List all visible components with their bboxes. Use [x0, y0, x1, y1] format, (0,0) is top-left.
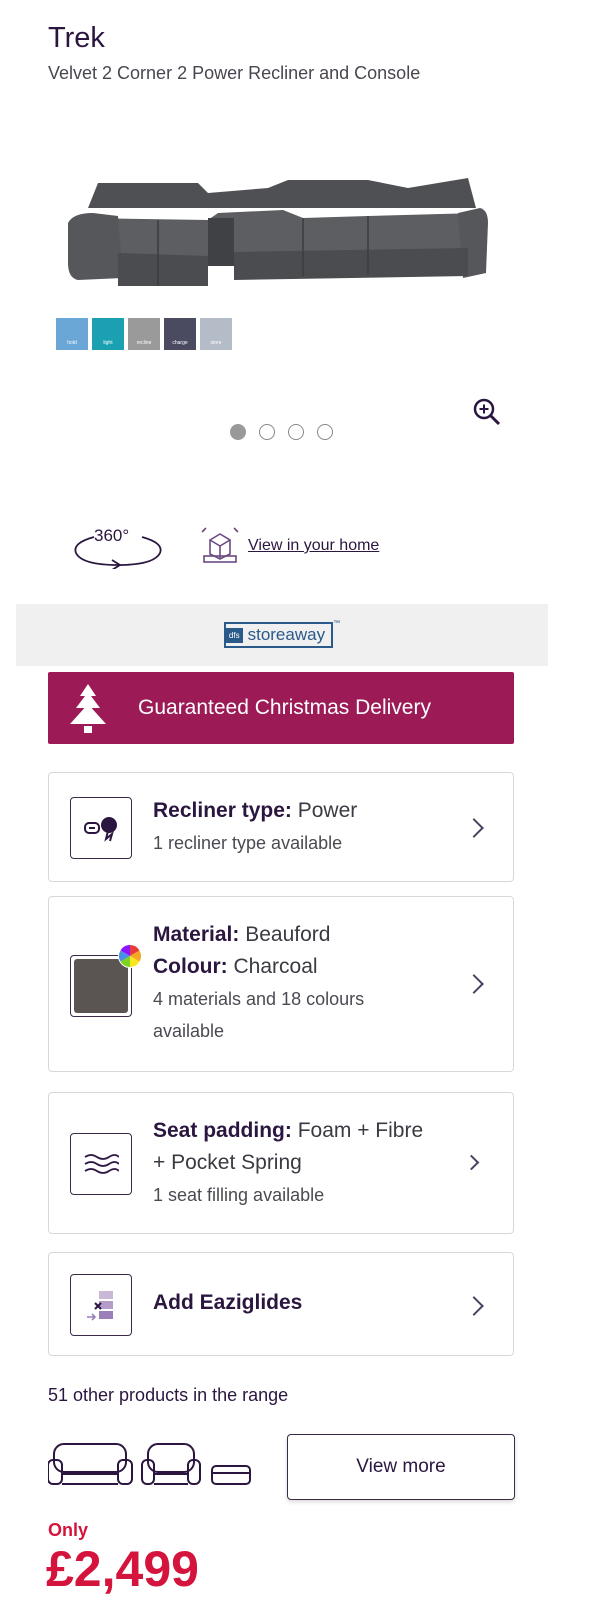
seat-padding-count: 1 seat filling available [153, 1185, 325, 1205]
recliner-type-label: Recliner type: [153, 799, 292, 822]
recliner-type-count: 1 recliner type available [153, 833, 343, 853]
add-eaziglides-label: Add Eaziglides [153, 1291, 303, 1314]
material-count: 4 materials and 18 colours [153, 989, 365, 1009]
material-value: Beauford [245, 923, 331, 946]
carousel-dots [230, 424, 333, 440]
carousel-dot[interactable] [230, 424, 246, 440]
recliner-type-line: Recliner type: Power [153, 795, 453, 827]
recliner-type-option[interactable]: Recliner type: Power 1 recliner type ava… [48, 772, 514, 882]
v360-label: 360° [94, 526, 129, 545]
product-image-gallery[interactable]: hold light recline charge store [48, 120, 548, 390]
seat-padding-label: Seat padding: [153, 1119, 292, 1142]
seat-padding-option[interactable]: Seat padding: Foam + Fibre + Pocket Spri… [48, 1092, 514, 1234]
chevron-right-icon [464, 974, 484, 994]
material-label: Material: [153, 923, 240, 946]
view-more-button[interactable]: View more [287, 1434, 515, 1500]
material-line: Material: Beauford [153, 919, 453, 951]
christmas-delivery-banner: Guaranteed Christmas Delivery [48, 672, 514, 744]
view-in-your-home-link[interactable]: View in your home [248, 537, 379, 555]
seat-padding-value-cont: + Pocket Spring [153, 1151, 302, 1174]
add-eaziglides-option[interactable]: Add Eaziglides [48, 1252, 514, 1356]
storeaway-banner[interactable]: dfs storeaway ™ [16, 604, 548, 666]
charge-icon: charge [164, 318, 196, 350]
seat-padding-value: Foam + Fibre [297, 1119, 424, 1142]
colour-label: Colour: [153, 955, 228, 978]
seat-padding-icon-box [70, 1133, 132, 1195]
storeaway-logo: dfs storeaway [223, 622, 334, 648]
chevron-right-icon [464, 818, 484, 838]
feature-icons: hold light recline charge store [56, 318, 232, 350]
zoom-in-icon[interactable] [472, 397, 502, 427]
waves-icon [84, 1154, 119, 1174]
trademark: ™ [333, 620, 341, 627]
recliner-type-value: Power [297, 799, 358, 822]
product-subtitle: Velvet 2 Corner 2 Power Recliner and Con… [48, 63, 421, 83]
carousel-dot[interactable] [259, 424, 275, 440]
dfs-mark: dfs [225, 627, 243, 643]
colour-wheel-icon [118, 944, 142, 968]
price-value: £2,499 [46, 1541, 199, 1597]
christmas-delivery-text: Guaranteed Christmas Delivery [138, 696, 431, 719]
price-prefix: Only [48, 1520, 89, 1540]
carousel-dot[interactable] [288, 424, 304, 440]
colour-line: Colour: Charcoal [153, 951, 453, 983]
eaziglides-icon [87, 1291, 113, 1321]
chevron-right-icon [464, 1296, 484, 1316]
seat-padding-line: Seat padding: Foam + Fibre [153, 1115, 453, 1147]
power-recliner-icon [84, 817, 117, 842]
chevron-right-icon [463, 1154, 480, 1171]
recline-icon: recline [128, 318, 160, 350]
carousel-dot[interactable] [317, 424, 333, 440]
range-count-text: 51 other products in the range [48, 1385, 289, 1405]
recliner-icon-box [70, 797, 132, 859]
footstool-outline-icon [211, 1465, 251, 1485]
colour-value: Charcoal [233, 955, 318, 978]
store-icon: store [200, 318, 232, 350]
armchair-outline-icon [141, 1443, 201, 1485]
eaziglides-icon-box [70, 1274, 132, 1336]
material-colour-option[interactable]: Material: Beauford Colour: Charcoal 4 ma… [48, 896, 514, 1072]
ar-cube-icon[interactable] [200, 526, 240, 566]
light-icon: light [92, 318, 124, 350]
rotate-360-icon: 360° [74, 526, 162, 571]
material-count-cont: available [153, 1021, 225, 1041]
sofa-image [68, 178, 488, 286]
view-360-button[interactable]: 360° [72, 523, 164, 571]
storeaway-text: storeaway [247, 625, 326, 644]
product-title: Trek [48, 22, 105, 54]
sofa-outline-icon [48, 1443, 133, 1485]
hold-icon: hold [56, 318, 88, 350]
christmas-tree-icon [70, 684, 106, 733]
range-furniture-icons [48, 1443, 251, 1485]
